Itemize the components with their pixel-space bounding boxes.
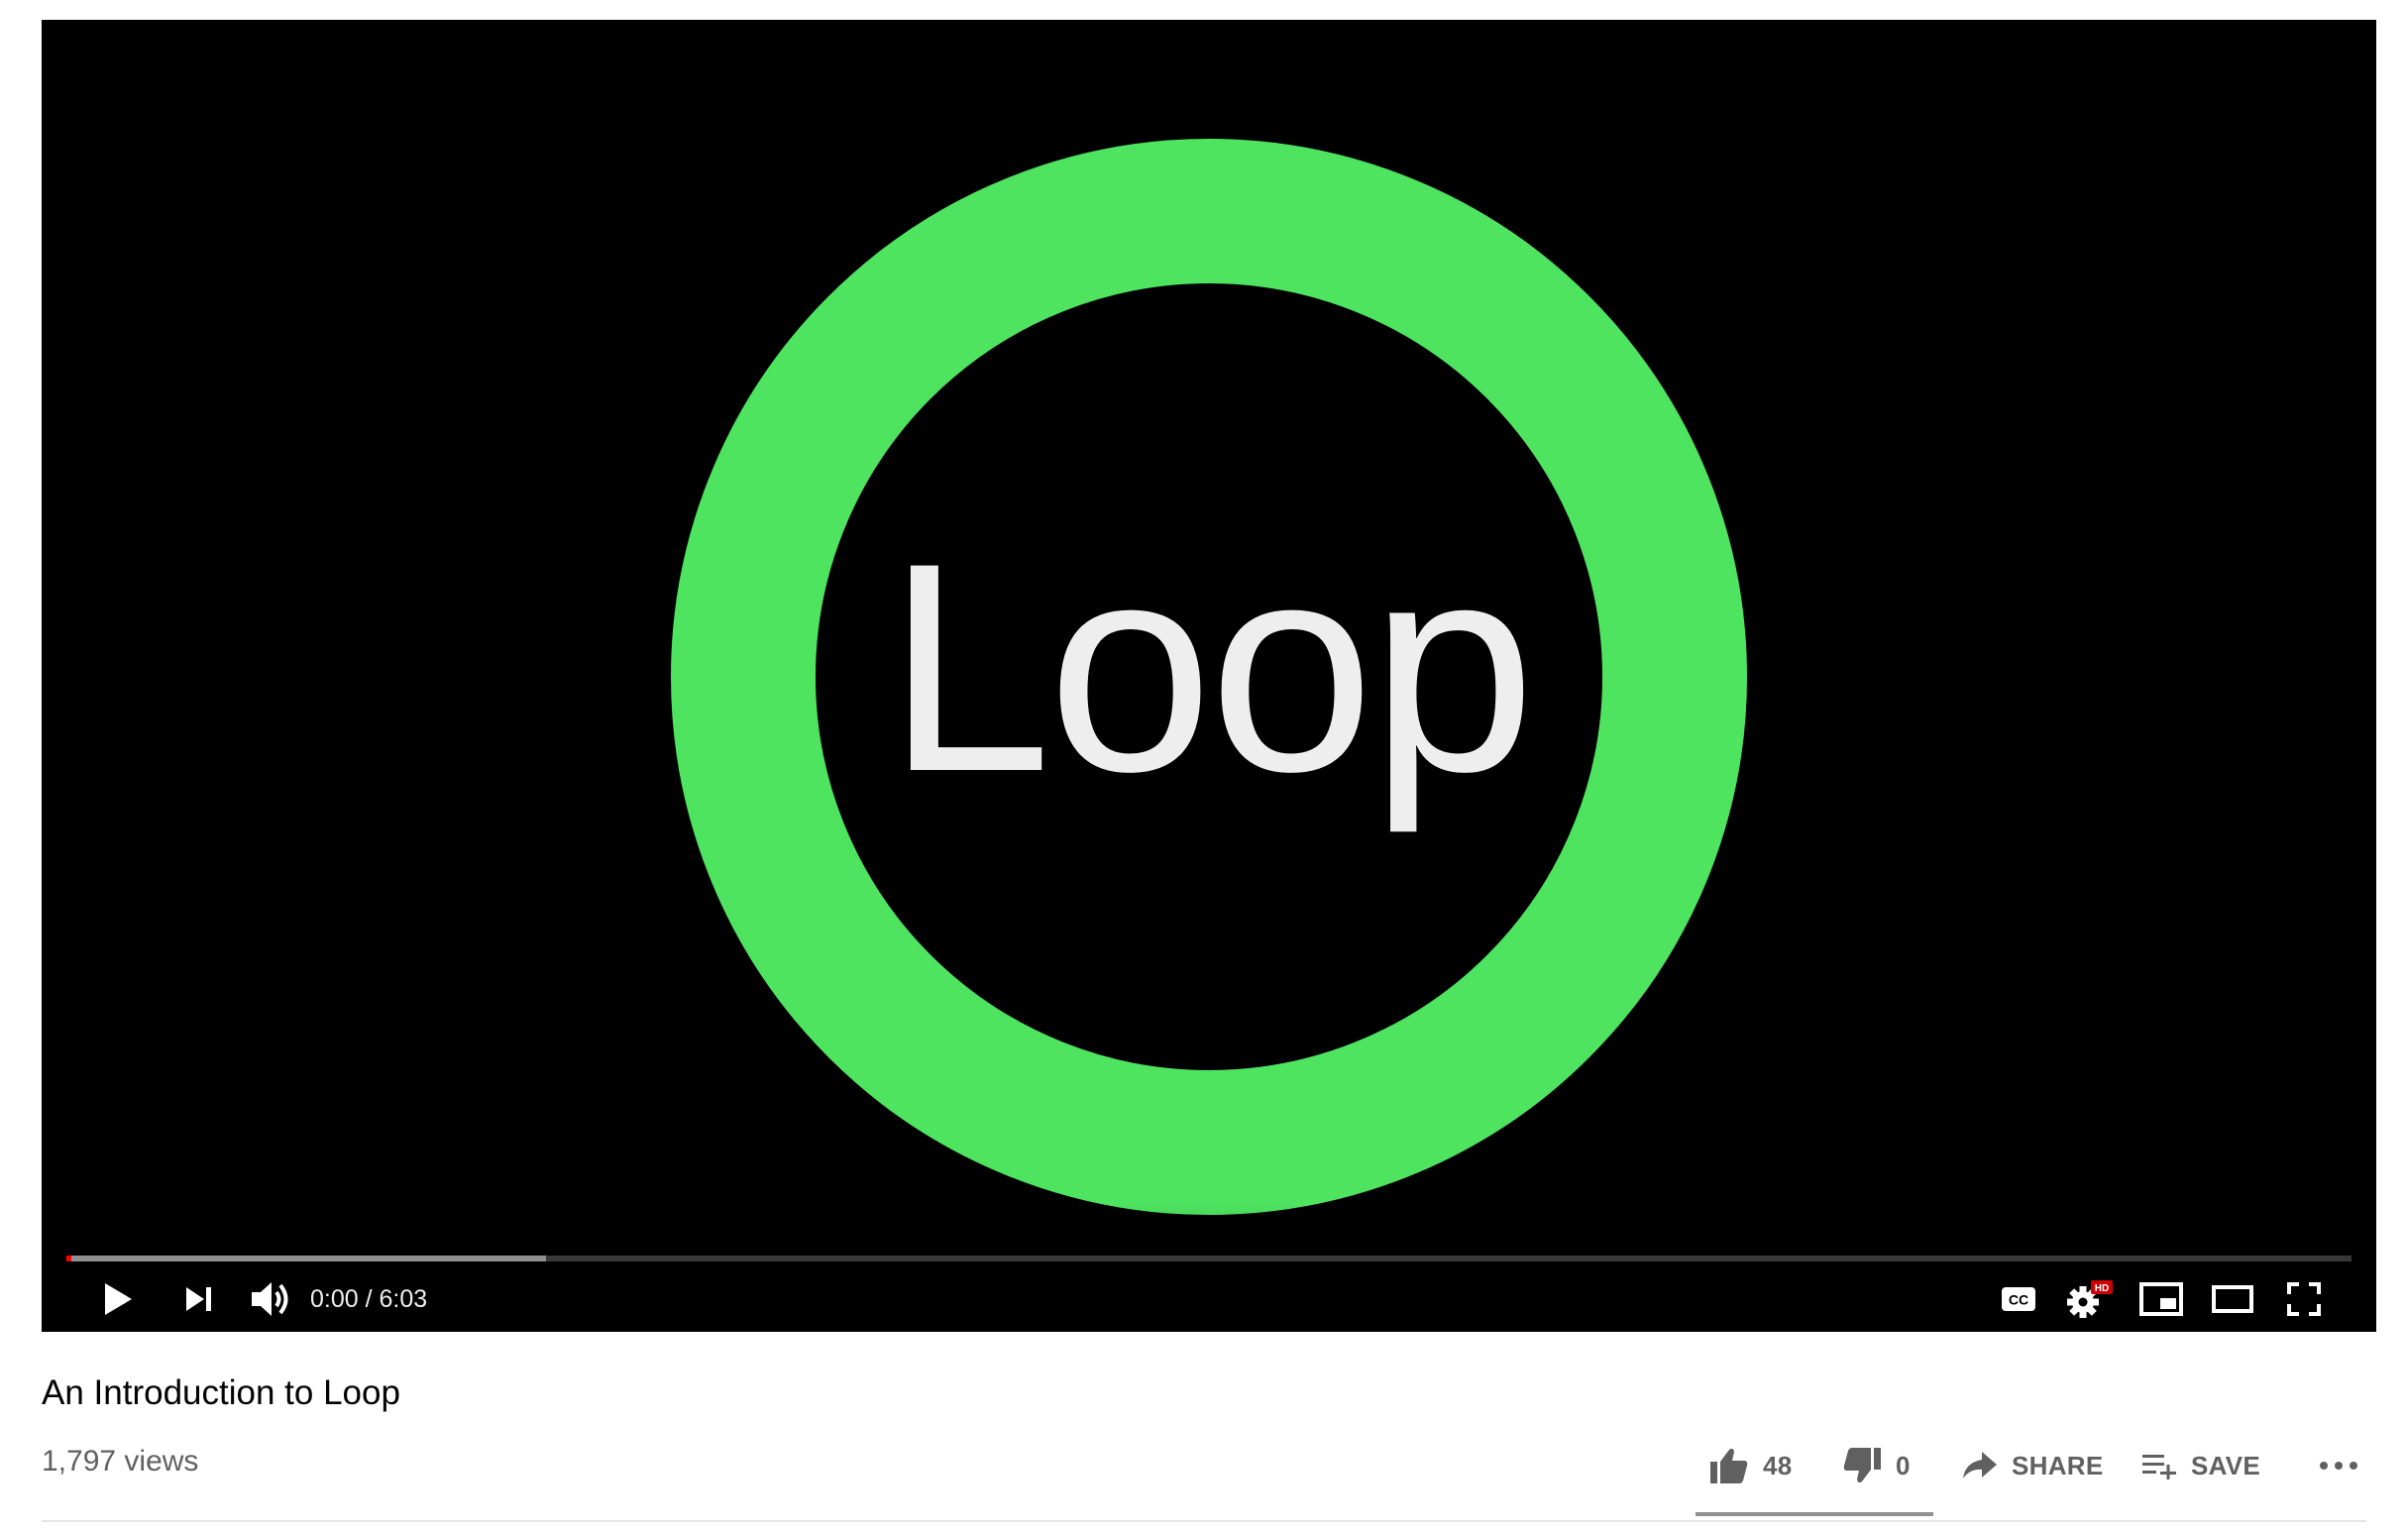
share-icon: [1963, 1452, 1997, 1478]
progress-bar[interactable]: [66, 1256, 2352, 1261]
loop-logo-text: Loop: [886, 500, 1535, 833]
play-button[interactable]: [85, 1266, 151, 1332]
current-time: 0:00: [310, 1284, 359, 1313]
save-button[interactable]: SAVE: [2141, 1439, 2260, 1492]
like-count: 48: [1763, 1450, 1793, 1480]
view-count: 1,797 views: [42, 1445, 199, 1477]
video-title: An Introduction to Loop: [42, 1373, 400, 1412]
theater-mode-icon: [2212, 1285, 2253, 1313]
progress-played: [66, 1256, 71, 1261]
video-player[interactable]: Loop 0:00 / 6:03 CC HD: [42, 20, 2376, 1332]
thumbs-down-icon: [1843, 1448, 1881, 1483]
captions-icon: CC: [2002, 1287, 2035, 1311]
gear-icon: HD: [2067, 1280, 2113, 1318]
time-separator: /: [358, 1284, 380, 1313]
play-icon: [105, 1283, 132, 1315]
volume-icon: [252, 1282, 288, 1316]
miniplayer-button[interactable]: [2129, 1266, 2194, 1332]
time-display: 0:00 / 6:03: [310, 1266, 427, 1332]
share-label: SHARE: [2012, 1450, 2104, 1480]
fullscreen-button[interactable]: [2271, 1266, 2337, 1332]
save-label: SAVE: [2191, 1450, 2261, 1480]
add-to-playlist-icon: [2142, 1455, 2176, 1479]
dislike-count: 0: [1896, 1450, 1911, 1480]
thumbs-up-icon: [1710, 1448, 1748, 1483]
captions-button[interactable]: CC: [1986, 1266, 2051, 1332]
more-icon: [2320, 1462, 2357, 1470]
miniplayer-icon: [2139, 1282, 2183, 1316]
fullscreen-icon: [2287, 1282, 2321, 1316]
volume-button[interactable]: [236, 1266, 307, 1332]
next-icon: [186, 1287, 211, 1311]
next-button[interactable]: [166, 1266, 232, 1332]
like-button[interactable]: 48: [1709, 1439, 1793, 1492]
divider: [42, 1520, 2366, 1522]
dislike-button[interactable]: 0: [1842, 1439, 1911, 1492]
video-frame[interactable]: Loop: [42, 20, 2376, 1332]
share-button[interactable]: SHARE: [1962, 1439, 2104, 1492]
settings-button[interactable]: HD: [2057, 1266, 2123, 1332]
page: Loop 0:00 / 6:03 CC HD An Introduction t…: [0, 0, 2408, 1532]
theater-mode-button[interactable]: [2200, 1266, 2265, 1332]
sentiment-bar: [1696, 1512, 1933, 1516]
duration: 6:03: [379, 1284, 428, 1313]
captions-label: CC: [2009, 1292, 2028, 1308]
hd-badge: HD: [2095, 1283, 2109, 1294]
progress-loaded: [66, 1256, 547, 1261]
more-actions-button[interactable]: [2319, 1439, 2358, 1492]
video-actions: 48 0 SHARE SAVE: [1695, 1439, 2388, 1492]
control-bar: 0:00 / 6:03 CC HD: [42, 1266, 2376, 1332]
